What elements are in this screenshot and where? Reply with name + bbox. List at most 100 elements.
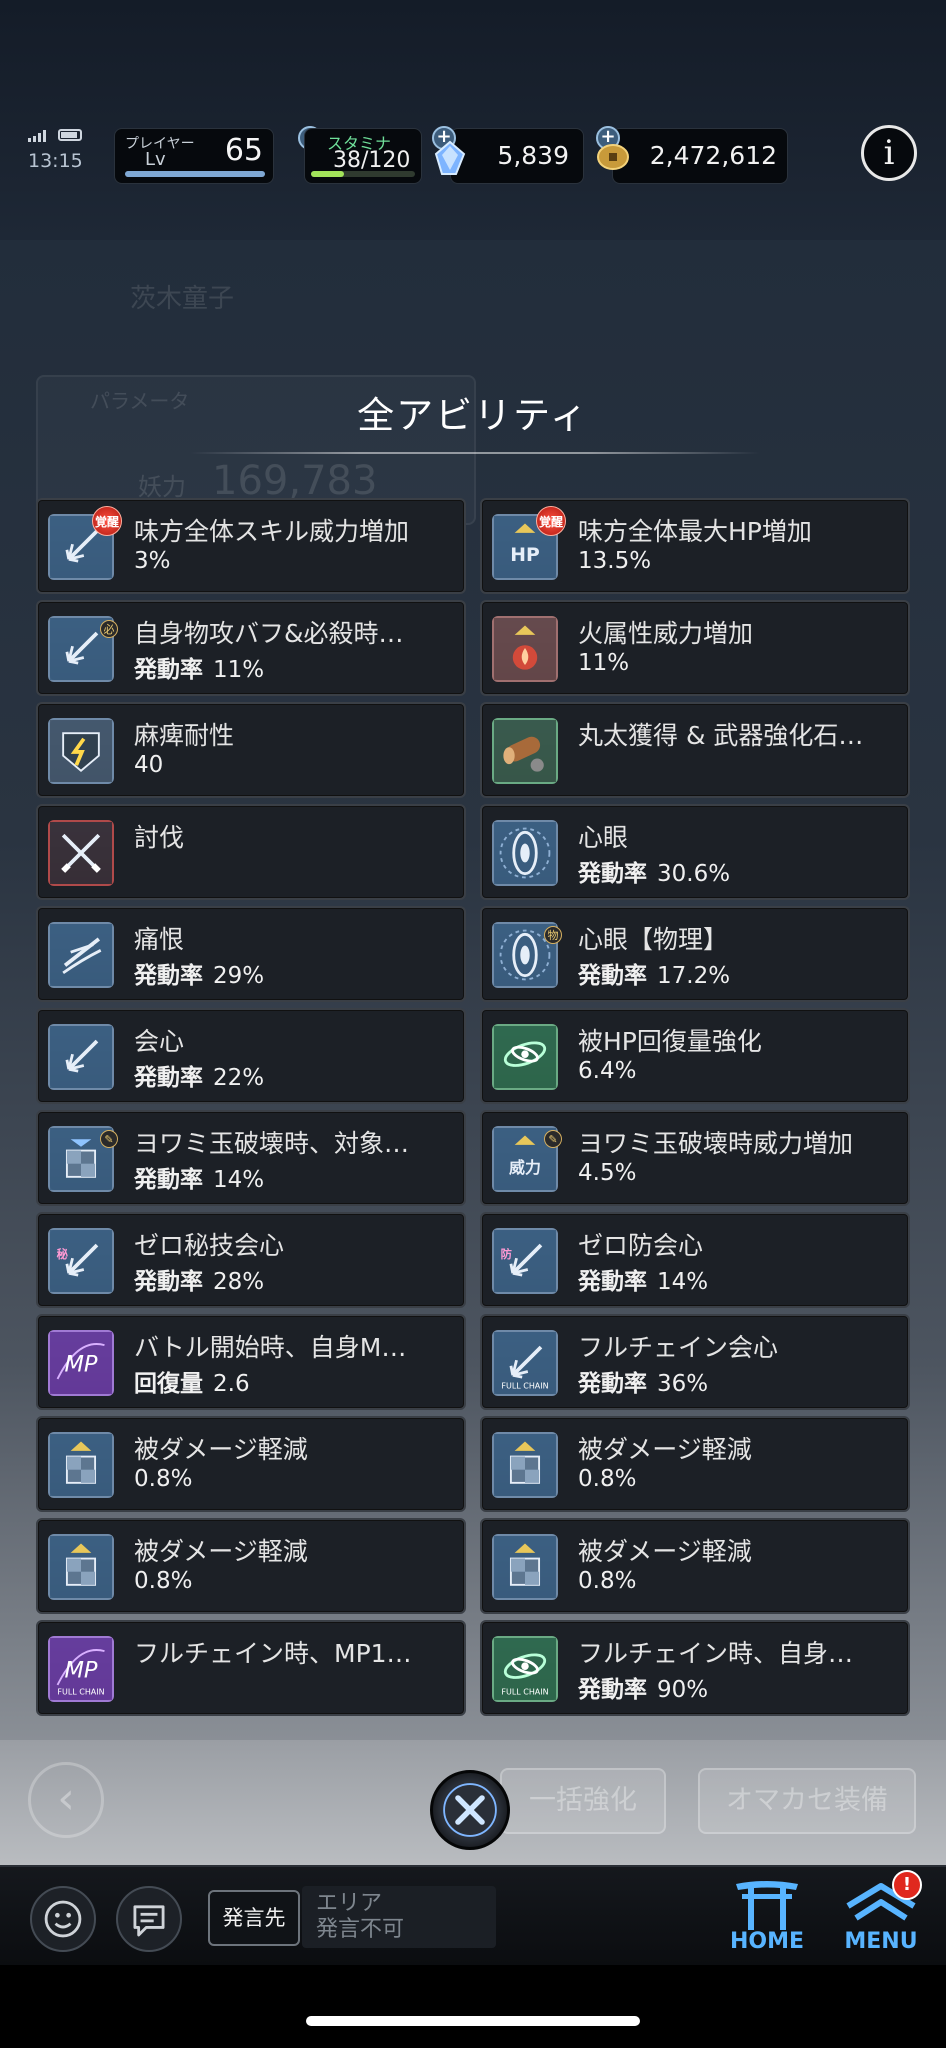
svg-text:MP: MP bbox=[64, 1657, 97, 1683]
ability-rate-label: 発動率 bbox=[134, 963, 203, 989]
ability-badge: 覚醒 bbox=[92, 506, 122, 536]
ability-card[interactable]: 討伐 bbox=[36, 804, 466, 900]
ability-name: 被ダメージ軽減 bbox=[134, 1435, 308, 1464]
background-top bbox=[0, 0, 946, 240]
ability-rate-label: 発動率 bbox=[578, 1677, 647, 1703]
ability-badge: 必 bbox=[100, 620, 118, 638]
chat-area-line2: 発言不可 bbox=[316, 1917, 405, 1942]
ability-rate-label: 発動率 bbox=[578, 963, 647, 989]
ability-card[interactable]: 物心眼【物理】 発動率 17.2% bbox=[480, 906, 910, 1002]
ability-name: フルチェイン会心 bbox=[578, 1333, 779, 1362]
ability-card[interactable]: FULL CHAIN フルチェイン時、自身… 発動率 90% bbox=[480, 1620, 910, 1716]
eye-icon: 物 bbox=[492, 922, 562, 988]
ability-rate: 13.5% bbox=[578, 548, 651, 574]
ability-card[interactable]: 被ダメージ軽減 0.8% bbox=[480, 1518, 910, 1614]
log-icon bbox=[492, 718, 558, 784]
ability-card[interactable]: 被ダメージ軽減 0.8% bbox=[480, 1416, 910, 1512]
ability-rate: 発動率 29% bbox=[134, 956, 264, 990]
ability-name: 麻痺耐性 bbox=[134, 721, 235, 750]
ability-card[interactable]: ✎ ヨワミ玉破壊時、対象… 発動率 14% bbox=[36, 1110, 466, 1206]
arrow-burst-icon: 覚醒 bbox=[48, 506, 122, 580]
home-button[interactable]: HOME bbox=[722, 1876, 812, 1956]
auto-equip-button[interactable]: オマカセ装備 bbox=[698, 1768, 916, 1834]
svg-text:FULL CHAIN: FULL CHAIN bbox=[501, 1687, 548, 1696]
ability-rate-value: 2.6 bbox=[213, 1371, 250, 1397]
chat-button[interactable] bbox=[116, 1886, 182, 1952]
ability-card[interactable]: 痛恨 発動率 29% bbox=[36, 906, 466, 1002]
arrow-burst-icon bbox=[48, 1024, 114, 1090]
gold-box[interactable]: 2,472,612 bbox=[612, 128, 788, 184]
bulk-enhance-button[interactable]: 一括強化 bbox=[500, 1768, 666, 1834]
arrow-burst-icon: 防 bbox=[492, 1228, 558, 1294]
gem-box[interactable]: 5,839 bbox=[450, 128, 584, 184]
power-up-icon: 威力 ✎ bbox=[492, 1126, 562, 1192]
ability-card[interactable]: 必自身物攻バフ&必殺時… 発動率 11% bbox=[36, 600, 466, 696]
gold-count: 2,472,612 bbox=[649, 141, 777, 170]
ability-card[interactable]: 威力 ✎ ヨワミ玉破壊時威力増加 4.5% bbox=[480, 1110, 910, 1206]
stamina-value: 38/120 bbox=[333, 148, 411, 173]
ability-rate-value: 0.8% bbox=[578, 1466, 637, 1492]
ability-card[interactable]: 覚醒 味方全体スキル威力増加 3% bbox=[36, 498, 466, 594]
ability-card[interactable]: 会心 発動率 22% bbox=[36, 1008, 466, 1104]
home-indicator[interactable] bbox=[306, 2016, 640, 2026]
ability-rate-value: 4.5% bbox=[578, 1160, 637, 1186]
menu-label: MENU bbox=[844, 1929, 918, 1954]
ability-card[interactable]: MP FULL CHAIN フルチェイン時、MP1… bbox=[36, 1620, 466, 1716]
stamina-box[interactable]: スタミナ 38/120 bbox=[304, 128, 422, 184]
ability-card[interactable]: 麻痺耐性 40 bbox=[36, 702, 466, 798]
ability-name: 討伐 bbox=[134, 823, 185, 852]
chat-bubble-icon bbox=[133, 1905, 165, 1937]
gem-count: 5,839 bbox=[497, 141, 569, 170]
ability-badge: ✎ bbox=[100, 1130, 118, 1148]
ability-rate: 0.8% bbox=[134, 1568, 192, 1594]
svg-text:防: 防 bbox=[501, 1247, 512, 1261]
close-button[interactable] bbox=[430, 1770, 510, 1850]
home-label: HOME bbox=[729, 1929, 805, 1954]
ability-rate-label: 発動率 bbox=[578, 861, 647, 887]
svg-text:MP: MP bbox=[64, 1351, 97, 1377]
player-level-box[interactable]: プレイヤー Lv 65 bbox=[114, 128, 274, 184]
info-button[interactable]: i bbox=[861, 125, 917, 181]
ability-card[interactable]: 火属性威力増加 11% bbox=[480, 600, 910, 696]
ability-rate-value: 36% bbox=[657, 1371, 709, 1397]
chat-input-area[interactable]: エリア 発言不可 bbox=[302, 1886, 496, 1948]
fullchain-heal-icon: FULL CHAIN bbox=[492, 1636, 558, 1702]
emote-button[interactable] bbox=[30, 1886, 96, 1952]
ability-card[interactable]: 丸太獲得 & 武器強化石… bbox=[480, 702, 910, 798]
ability-card[interactable]: HP 覚醒 味方全体最大HP増加 13.5% bbox=[480, 498, 910, 594]
background-character-name: 茨木童子 bbox=[130, 284, 235, 314]
ability-card[interactable]: 秘 ゼロ秘技会心 発動率 28% bbox=[36, 1212, 466, 1308]
ability-rate-label: 発動率 bbox=[134, 657, 203, 683]
ability-card[interactable]: FULL CHAIN フルチェイン会心 発動率 36% bbox=[480, 1314, 910, 1410]
ability-rate: 発動率 14% bbox=[134, 1160, 264, 1194]
ability-rate-label: 発動率 bbox=[134, 1167, 203, 1193]
chat-target-button[interactable]: 発言先 bbox=[208, 1890, 300, 1946]
ability-rate-label: 発動率 bbox=[578, 1371, 647, 1397]
smiley-icon bbox=[44, 1900, 82, 1938]
ability-rate: 6.4% bbox=[578, 1058, 636, 1084]
svg-text:威力: 威力 bbox=[509, 1158, 541, 1177]
ability-name: 自身物攻バフ&必殺時… bbox=[134, 619, 404, 648]
ability-card[interactable]: 心眼 発動率 30.6% bbox=[480, 804, 910, 900]
ability-rate-value: 17.2% bbox=[657, 963, 731, 989]
ability-name: 被HP回復量強化 bbox=[578, 1027, 762, 1056]
ability-rate-value: 11% bbox=[578, 650, 630, 676]
ability-card[interactable]: MP バトル開始時、自身M… 回復量 2.6 bbox=[36, 1314, 466, 1410]
ability-card[interactable]: 被ダメージ軽減 0.8% bbox=[36, 1518, 466, 1614]
battery-icon bbox=[58, 129, 82, 141]
mp-icon: MP bbox=[48, 1330, 114, 1396]
ability-name: 痛恨 bbox=[134, 925, 185, 954]
svg-text:FULL CHAIN: FULL CHAIN bbox=[501, 1381, 548, 1390]
ability-card[interactable]: 被HP回復量強化 6.4% bbox=[480, 1008, 910, 1104]
ability-name: ゼロ防会心 bbox=[578, 1231, 704, 1260]
ability-rate: 発動率 36% bbox=[578, 1364, 708, 1398]
ability-card[interactable]: 被ダメージ軽減 0.8% bbox=[36, 1416, 466, 1512]
ability-rate-value: 6.4% bbox=[578, 1058, 637, 1084]
ability-rate: 0.8% bbox=[578, 1568, 636, 1594]
ability-name: フルチェイン時、自身… bbox=[578, 1639, 854, 1668]
ability-card[interactable]: 防 ゼロ防会心 発動率 14% bbox=[480, 1212, 910, 1308]
back-button[interactable]: ‹ bbox=[28, 1762, 104, 1838]
ability-name: 心眼【物理】 bbox=[578, 925, 729, 954]
paralysis-shield-icon bbox=[48, 718, 114, 784]
ability-rate-value: 11% bbox=[213, 657, 265, 683]
